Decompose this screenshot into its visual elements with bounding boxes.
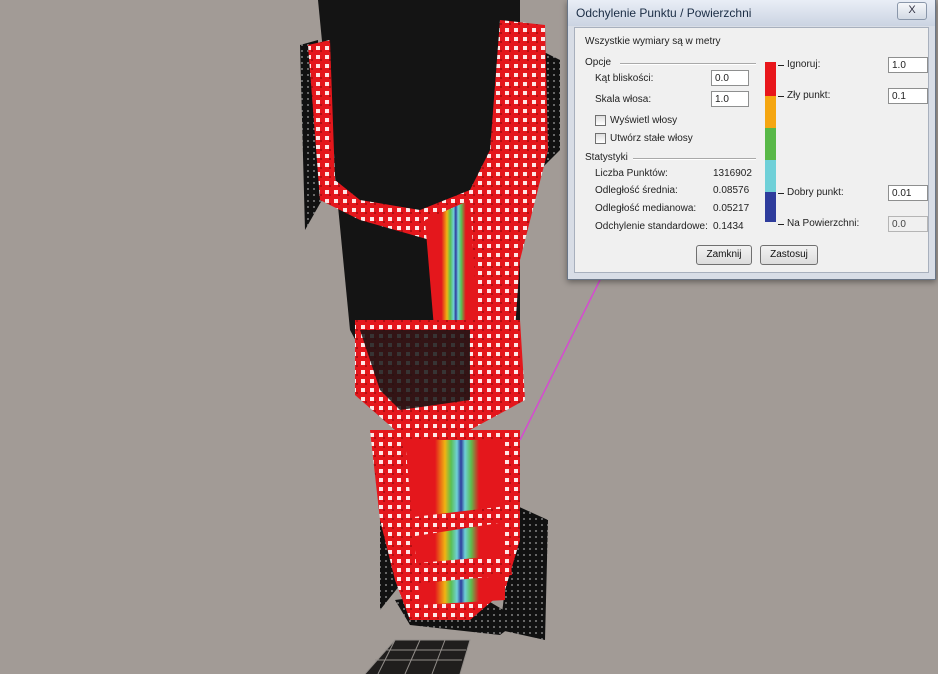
stat-value: 0.08576: [713, 185, 750, 196]
stat-label: Odległość medianowa:: [595, 203, 697, 214]
statistics-separator: [633, 158, 756, 160]
apply-button[interactable]: Zastosuj: [760, 245, 818, 265]
good-point-label: Dobry punkt:: [787, 187, 844, 198]
stat-value: 0.1434: [713, 221, 744, 232]
scale-segment-surface: [765, 192, 776, 222]
fixed-hair-label: Utwórz stałe włosy: [610, 133, 693, 144]
color-scale-bar: [765, 62, 776, 222]
ignore-input[interactable]: [888, 57, 928, 73]
scale-segment-warning: [765, 96, 776, 128]
scale-segment-good: [765, 160, 776, 192]
units-info: Wszystkie wymiary są w metry: [585, 36, 721, 47]
options-separator: [620, 63, 756, 65]
close-button[interactable]: Zamknij: [696, 245, 752, 265]
stat-label: Odchylenie standardowe:: [595, 221, 708, 232]
threshold-tick: [778, 224, 784, 225]
show-hair-checkbox[interactable]: [595, 115, 606, 126]
point-surface-deviation-dialog: Odchylenie Punktu / Powierzchni X Wszyst…: [567, 0, 936, 280]
threshold-tick: [778, 193, 784, 194]
stat-label: Odległość średnia:: [595, 185, 678, 196]
hair-scale-input[interactable]: [711, 91, 749, 107]
stat-label: Liczba Punktów:: [595, 168, 668, 179]
title-bar[interactable]: Odchylenie Punktu / Powierzchni X: [568, 0, 935, 26]
on-surface-input[interactable]: [888, 216, 928, 232]
ignore-label: Ignoruj:: [787, 59, 821, 70]
show-hair-label: Wyświetl włosy: [610, 115, 678, 126]
scale-segment-mid: [765, 128, 776, 160]
stat-value: 1316902: [713, 168, 752, 179]
good-point-input[interactable]: [888, 185, 928, 201]
dialog-title: Odchylenie Punktu / Powierzchni: [576, 6, 752, 20]
hair-scale-label: Skala włosa:: [595, 94, 652, 105]
close-icon[interactable]: X: [897, 2, 927, 20]
threshold-tick: [778, 65, 784, 66]
options-section-label: Opcje: [585, 57, 612, 68]
bad-point-input[interactable]: [888, 88, 928, 104]
on-surface-label: Na Powierzchni:: [787, 218, 860, 229]
dialog-client-area: Wszystkie wymiary są w metry Opcje Kąt b…: [574, 27, 929, 273]
fixed-hair-checkbox[interactable]: [595, 133, 606, 144]
proximity-angle-input[interactable]: [711, 70, 749, 86]
statistics-section-label: Statystyki: [585, 152, 628, 163]
stat-value: 0.05217: [713, 203, 750, 214]
scale-segment-bad: [765, 62, 776, 96]
bad-point-label: Zły punkt:: [787, 90, 831, 101]
threshold-tick: [778, 96, 784, 97]
proximity-angle-label: Kąt bliskości:: [595, 73, 654, 84]
